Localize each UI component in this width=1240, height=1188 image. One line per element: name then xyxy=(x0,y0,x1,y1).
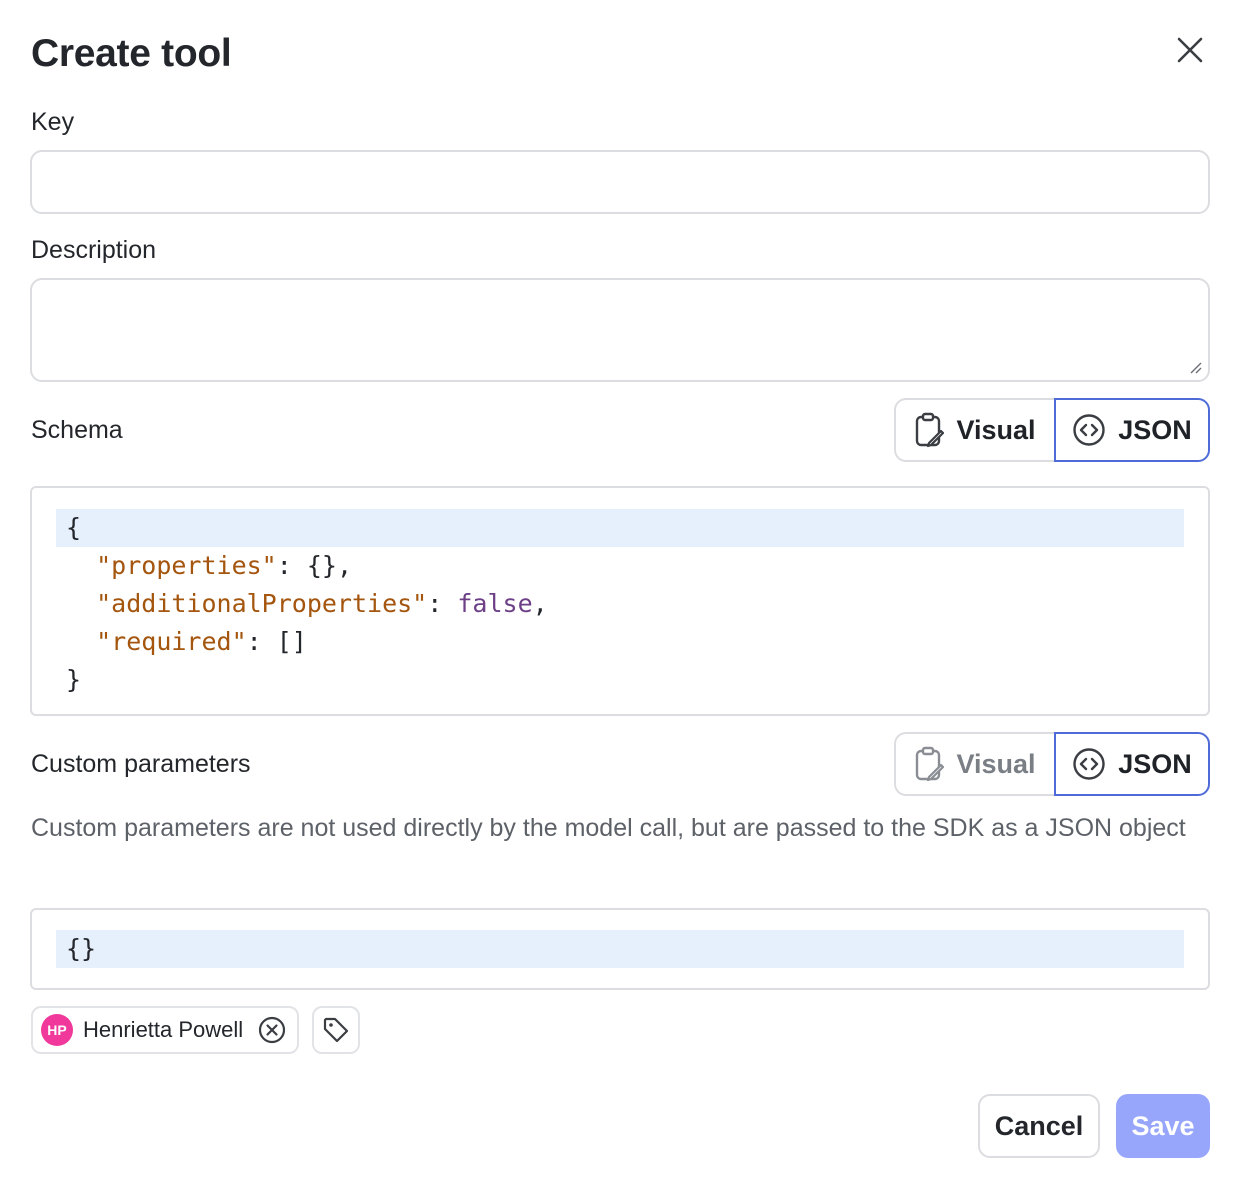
tag-icon xyxy=(323,1017,349,1043)
code-line: "additionalProperties": false, xyxy=(96,589,548,618)
schema-visual-label: Visual xyxy=(956,414,1036,445)
description-textarea[interactable] xyxy=(32,280,1208,380)
custom-mode-toggle: Visual JSON xyxy=(894,732,1210,796)
code-line: {} xyxy=(56,930,1184,968)
code-line: } xyxy=(66,665,82,694)
schema-label: Schema xyxy=(31,416,123,444)
custom-json-button[interactable]: JSON xyxy=(1054,732,1210,796)
code-line: { xyxy=(56,509,1184,547)
add-tag-button[interactable] xyxy=(312,1006,360,1054)
key-field-wrapper xyxy=(30,150,1210,214)
custom-code-editor[interactable]: {} xyxy=(30,908,1210,990)
description-label: Description xyxy=(31,236,157,264)
code-circle-icon xyxy=(1073,414,1105,446)
schema-code-editor[interactable]: { "properties": {}, "additionalPropertie… xyxy=(30,486,1210,716)
key-input[interactable] xyxy=(32,152,1208,212)
schema-mode-toggle: Visual JSON xyxy=(894,398,1210,462)
dialog-title: Create tool xyxy=(31,32,232,75)
custom-parameters-label: Custom parameters xyxy=(31,750,251,778)
remove-circle-icon[interactable] xyxy=(257,1015,287,1045)
clipboard-edit-icon xyxy=(916,412,945,448)
code-line: "required": [] xyxy=(96,627,307,656)
close-icon xyxy=(1177,37,1203,63)
owner-chip: HP Henrietta Powell xyxy=(31,1006,300,1054)
key-label: Key xyxy=(31,108,75,136)
schema-json-label: JSON xyxy=(1118,414,1192,445)
resize-handle-icon[interactable] xyxy=(1188,360,1202,374)
clipboard-edit-icon xyxy=(916,746,945,782)
custom-visual-button[interactable]: Visual xyxy=(894,732,1054,796)
custom-json-label: JSON xyxy=(1118,748,1192,779)
code-circle-icon xyxy=(1073,748,1105,780)
custom-visual-label: Visual xyxy=(956,748,1036,779)
description-field-wrapper xyxy=(30,278,1210,382)
cancel-button[interactable]: Cancel xyxy=(978,1094,1100,1158)
owner-name: Henrietta Powell xyxy=(83,1017,244,1042)
custom-parameters-help: Custom parameters are not used directly … xyxy=(31,814,1186,842)
save-button[interactable]: Save xyxy=(1116,1094,1210,1158)
close-button[interactable] xyxy=(1170,30,1210,70)
code-line: "properties": {}, xyxy=(96,551,352,580)
schema-json-button[interactable]: JSON xyxy=(1054,398,1210,462)
schema-visual-button[interactable]: Visual xyxy=(894,398,1054,462)
avatar: HP xyxy=(41,1014,73,1046)
